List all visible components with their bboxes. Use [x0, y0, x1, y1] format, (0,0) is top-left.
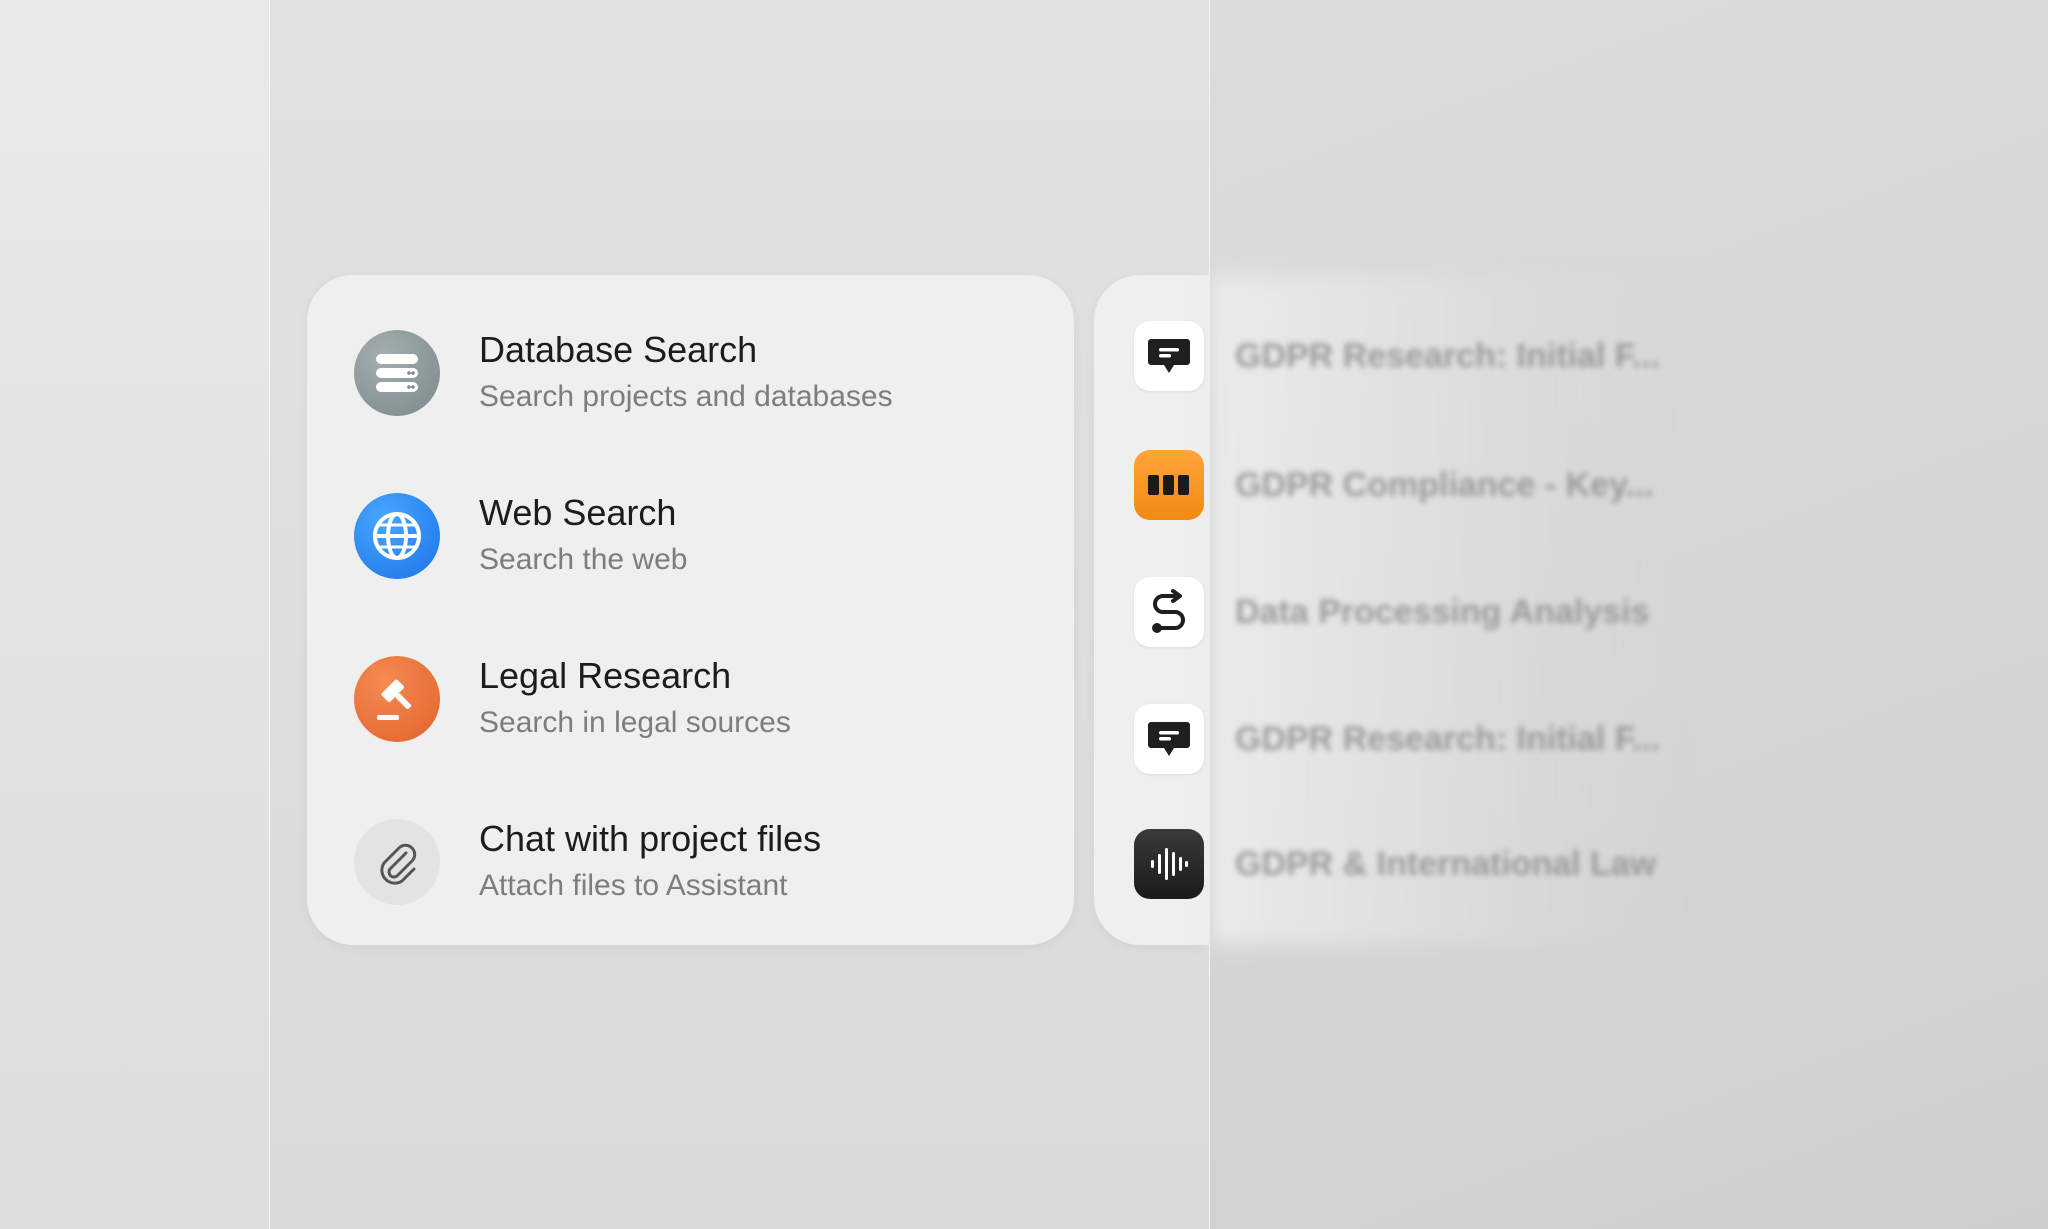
menu-item-subtitle: Search the web: [479, 543, 688, 576]
menu-item-subtitle: Search in legal sources: [479, 706, 791, 739]
route-icon: [1134, 577, 1204, 647]
recent-chat-item[interactable]: Data Processing Analysis: [1134, 577, 1649, 647]
background-left-panel: [0, 0, 270, 1229]
menu-item-web-search[interactable]: Web Search Search the web: [354, 486, 1034, 586]
recent-chat-item[interactable]: GDPR & International Law: [1134, 829, 1656, 899]
globe-icon: [354, 493, 440, 579]
recent-chat-label: GDPR Research: Initial F...: [1235, 336, 1661, 375]
recent-chat-label: GDPR & International Law: [1235, 844, 1657, 883]
recent-chat-item[interactable]: GDPR Compliance - Key...: [1134, 450, 1654, 520]
chat-bubble-icon: [1134, 704, 1204, 774]
bars-icon: [1134, 450, 1204, 520]
recent-chat-label: GDPR Compliance - Key...: [1235, 465, 1654, 504]
menu-item-title: Chat with project files: [479, 818, 822, 859]
panel-divider: [269, 0, 270, 1229]
menu-item-title: Database Search: [479, 329, 758, 370]
paperclip-icon: [354, 819, 440, 905]
database-icon: [354, 330, 440, 416]
menu-item-database-search[interactable]: Database Search Search projects and data…: [354, 323, 1034, 423]
waveform-icon: [1134, 829, 1204, 899]
menu-item-subtitle: Attach files to Assistant: [479, 869, 788, 902]
chat-bubble-icon: [1134, 321, 1204, 391]
recent-chat-item[interactable]: GDPR Research: Initial F...: [1134, 704, 1660, 774]
recent-chat-label: GDPR Research: Initial F...: [1235, 719, 1661, 758]
menu-item-chat-with-project-files[interactable]: Chat with project files Attach files to …: [354, 812, 1034, 912]
menu-item-subtitle: Search projects and databases: [479, 380, 893, 413]
recent-chat-item[interactable]: GDPR Research: Initial F...: [1134, 321, 1660, 391]
recent-chat-label: Data Processing Analysis: [1235, 592, 1650, 631]
menu-item-legal-research[interactable]: Legal Research Search in legal sources: [354, 649, 1034, 749]
menu-item-title: Legal Research: [479, 655, 732, 696]
menu-item-title: Web Search: [479, 492, 677, 533]
search-options-menu: Database Search Search projects and data…: [307, 275, 1074, 945]
gavel-icon: [354, 656, 440, 742]
